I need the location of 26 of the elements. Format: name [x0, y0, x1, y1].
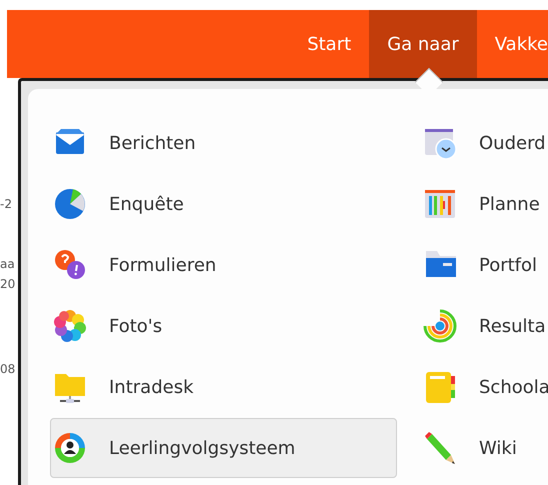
background-text: aa — [0, 256, 15, 272]
menu-item[interactable]: Portfol — [420, 235, 548, 295]
menu-item[interactable]: Berichten — [50, 113, 397, 173]
menu-item[interactable]: Wiki — [420, 418, 548, 478]
menu-item[interactable]: Intradesk — [50, 357, 397, 417]
user-circle-icon — [53, 431, 87, 465]
menu-item[interactable]: Formulieren — [50, 235, 397, 295]
background-text: 20 — [0, 276, 16, 292]
flower-icon — [53, 309, 87, 343]
background-text: -2 — [0, 196, 12, 212]
calendar-clock-icon — [423, 126, 457, 160]
menu-item[interactable]: Schoola — [420, 357, 548, 417]
menu-item[interactable]: Ouderd — [420, 113, 548, 173]
menu-item[interactable]: Enquête — [50, 174, 397, 234]
menu-item[interactable]: Planne — [420, 174, 548, 234]
notebook-icon — [423, 370, 457, 404]
planner-board-icon — [423, 187, 457, 221]
menu-item[interactable]: Leerlingvolgsysteem — [50, 418, 397, 478]
target-rings-icon — [423, 309, 457, 343]
pencil-icon — [423, 431, 457, 465]
menu-item[interactable]: Foto's — [50, 296, 397, 356]
background-text: 08 — [0, 361, 16, 377]
menu-item[interactable]: Resulta — [420, 296, 548, 356]
question-bubbles-icon — [53, 248, 87, 282]
nav-link[interactable]: Ga naar — [369, 10, 477, 78]
pie-chart-icon — [53, 187, 87, 221]
